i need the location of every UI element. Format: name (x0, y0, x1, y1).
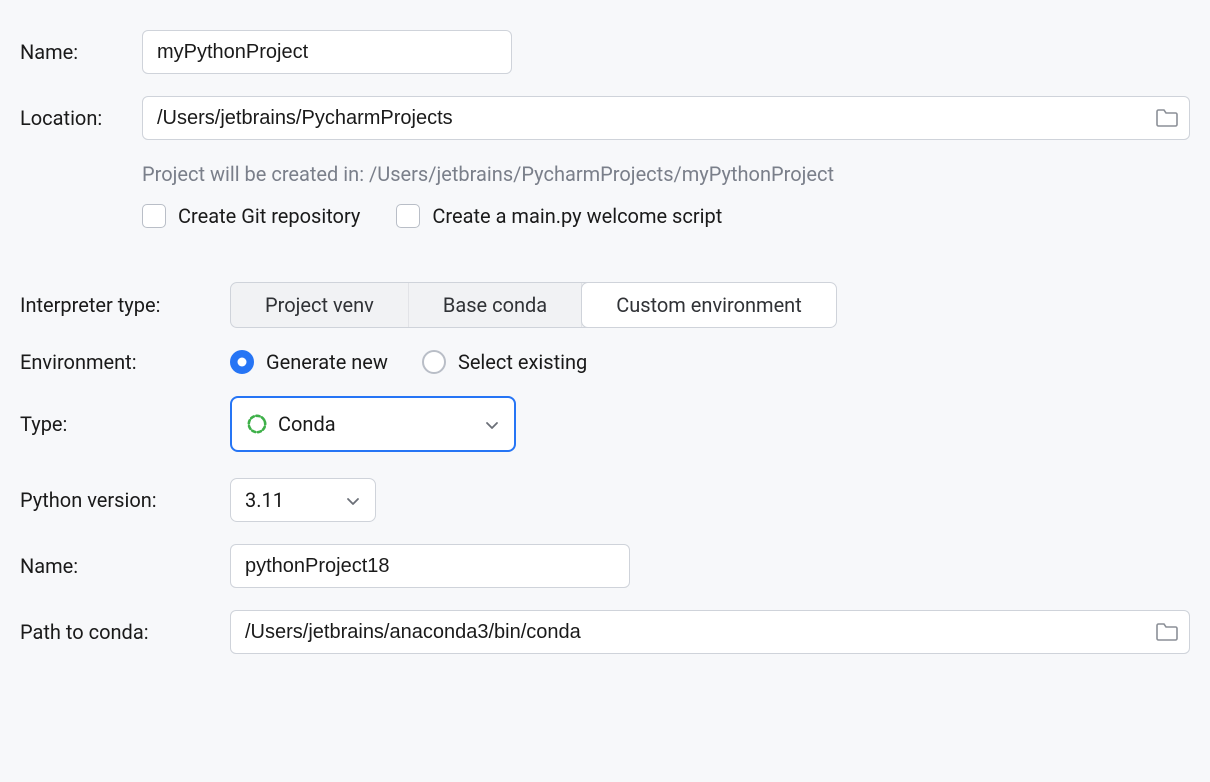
conda-path-row: Path to conda: (20, 610, 1190, 654)
radio-label: Select existing (458, 350, 587, 374)
env-type-label: Type: (20, 412, 230, 436)
radio-generate-new[interactable]: Generate new (230, 350, 388, 374)
location-label: Location: (20, 106, 142, 130)
project-name-row: Name: (20, 30, 1190, 74)
folder-icon (1155, 622, 1179, 642)
radio-circle-icon (230, 350, 254, 374)
segment-project-venv[interactable]: Project venv (231, 283, 409, 327)
checkbox-box-icon (396, 204, 420, 228)
segment-label: Project venv (265, 293, 374, 317)
creation-path-hint: Project will be created in: /Users/jetbr… (142, 162, 834, 186)
welcome-script-checkbox-label: Create a main.py welcome script (432, 204, 722, 228)
environment-label: Environment: (20, 350, 230, 374)
python-version-dropdown[interactable]: 3.11 (230, 478, 376, 522)
interpreter-type-label: Interpreter type: (20, 293, 230, 317)
segment-base-conda[interactable]: Base conda (409, 283, 582, 327)
env-name-row: Name: (20, 544, 1190, 588)
chevron-down-icon (345, 488, 361, 512)
browse-location-button[interactable] (1154, 107, 1180, 129)
conda-icon (246, 413, 268, 435)
folder-icon (1155, 108, 1179, 128)
location-row: Location: (20, 96, 1190, 140)
conda-path-input[interactable] (230, 610, 1190, 654)
radio-select-existing[interactable]: Select existing (422, 350, 587, 374)
checkbox-box-icon (142, 204, 166, 228)
segment-label: Custom environment (616, 293, 802, 317)
interpreter-type-segmented: Project venv Base conda Custom environme… (230, 282, 837, 328)
chevron-down-icon (484, 412, 500, 436)
conda-path-label: Path to conda: (20, 620, 230, 644)
radio-circle-icon (422, 350, 446, 374)
segment-label: Base conda (443, 293, 547, 317)
welcome-script-checkbox[interactable]: Create a main.py welcome script (396, 204, 722, 228)
env-type-row: Type: Conda (20, 396, 1190, 452)
python-version-row: Python version: 3.11 (20, 478, 1190, 522)
project-name-label: Name: (20, 40, 142, 64)
python-version-label: Python version: (20, 488, 230, 512)
new-project-panel: Name: Location: Project will be created … (0, 0, 1210, 674)
python-version-value: 3.11 (245, 488, 284, 512)
env-name-label: Name: (20, 554, 230, 578)
radio-label: Generate new (266, 350, 388, 374)
interpreter-type-row: Interpreter type: Project venv Base cond… (20, 282, 1190, 328)
environment-row: Environment: Generate new Select existin… (20, 350, 1190, 374)
creation-hint-row: Project will be created in: /Users/jetbr… (20, 162, 1190, 186)
browse-conda-button[interactable] (1154, 621, 1180, 643)
git-repo-checkbox-label: Create Git repository (178, 204, 360, 228)
env-type-value: Conda (278, 412, 336, 436)
location-input[interactable] (142, 96, 1190, 140)
project-name-input[interactable] (142, 30, 512, 74)
env-name-input[interactable] (230, 544, 630, 588)
segment-custom-env[interactable]: Custom environment (581, 282, 837, 328)
git-repo-checkbox[interactable]: Create Git repository (142, 204, 360, 228)
options-row: Create Git repository Create a main.py w… (20, 204, 1190, 228)
env-type-dropdown[interactable]: Conda (230, 396, 516, 452)
